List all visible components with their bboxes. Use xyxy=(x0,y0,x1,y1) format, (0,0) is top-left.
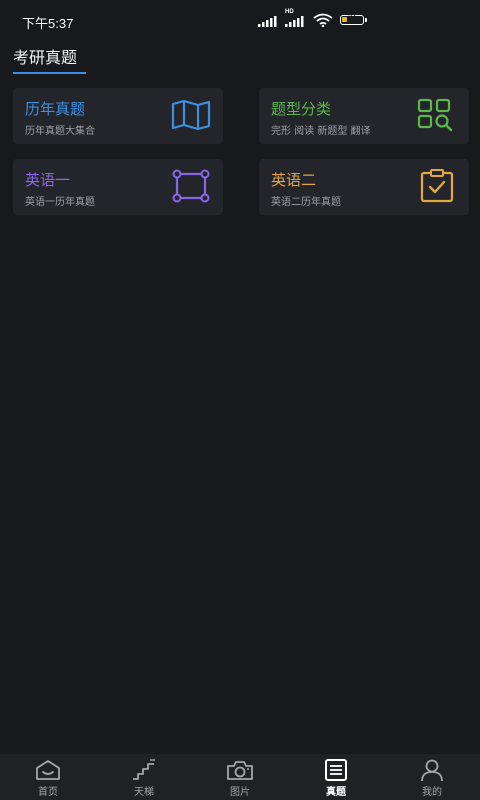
wifi-icon xyxy=(313,13,333,27)
nav-label: 图片 xyxy=(230,787,250,798)
tab-indicator xyxy=(13,72,86,74)
card-past-papers[interactable]: 历年真题 历年真题大集合 xyxy=(13,88,223,144)
app-screen: 下午5:37 HD 27 考研真题 历年真题 历年真题大集合 题型分类 完形 阅… xyxy=(0,0,480,800)
battery-level: 27 xyxy=(348,14,356,21)
stairs-icon xyxy=(133,759,155,780)
card-question-types[interactable]: 题型分类 完形 阅读 新题型 翻译 xyxy=(259,88,469,144)
tab-exam-papers[interactable]: 考研真题 xyxy=(13,44,86,74)
signal-icon-2 xyxy=(285,16,304,27)
home-icon xyxy=(36,760,60,780)
card-title: 英语二 xyxy=(271,171,317,189)
nav-label: 首页 xyxy=(38,787,58,798)
signal-icon xyxy=(258,16,277,27)
card-subtitle: 英语一历年真题 xyxy=(25,197,95,208)
card-subtitle: 完形 阅读 新题型 翻译 xyxy=(271,126,371,137)
nav-label: 真题 xyxy=(326,787,346,798)
page-title: 考研真题 xyxy=(13,48,78,67)
card-title: 英语一 xyxy=(25,171,71,189)
card-english-one[interactable]: 英语一 英语一历年真题 xyxy=(13,159,223,215)
nav-label: 天梯 xyxy=(134,787,154,798)
user-icon xyxy=(421,759,443,782)
camera-icon xyxy=(227,761,253,780)
bottom-nav: 首页 天梯 图片 真题 我的 xyxy=(0,754,480,800)
nav-exam-papers[interactable]: 真题 xyxy=(288,754,384,800)
clipboard-check-icon xyxy=(420,169,454,203)
nav-images[interactable]: 图片 xyxy=(192,754,288,800)
card-subtitle: 历年真题大集合 xyxy=(25,126,95,137)
card-title: 题型分类 xyxy=(271,100,332,118)
status-time: 下午5:37 xyxy=(22,16,74,31)
vector-square-icon xyxy=(172,169,210,203)
nav-profile[interactable]: 我的 xyxy=(384,754,480,800)
battery-tip xyxy=(365,18,367,22)
map-icon xyxy=(171,99,211,131)
nav-home[interactable]: 首页 xyxy=(0,754,96,800)
card-subtitle: 英语二历年真题 xyxy=(271,197,341,208)
grid-search-icon xyxy=(417,98,453,132)
list-icon xyxy=(325,759,347,781)
battery-icon: 27 xyxy=(340,14,364,25)
nav-label: 我的 xyxy=(422,787,442,798)
card-title: 历年真题 xyxy=(25,100,86,118)
card-english-two[interactable]: 英语二 英语二历年真题 xyxy=(259,159,469,215)
status-bar: 下午5:37 HD 27 xyxy=(0,0,480,40)
nav-ladder[interactable]: 天梯 xyxy=(96,754,192,800)
